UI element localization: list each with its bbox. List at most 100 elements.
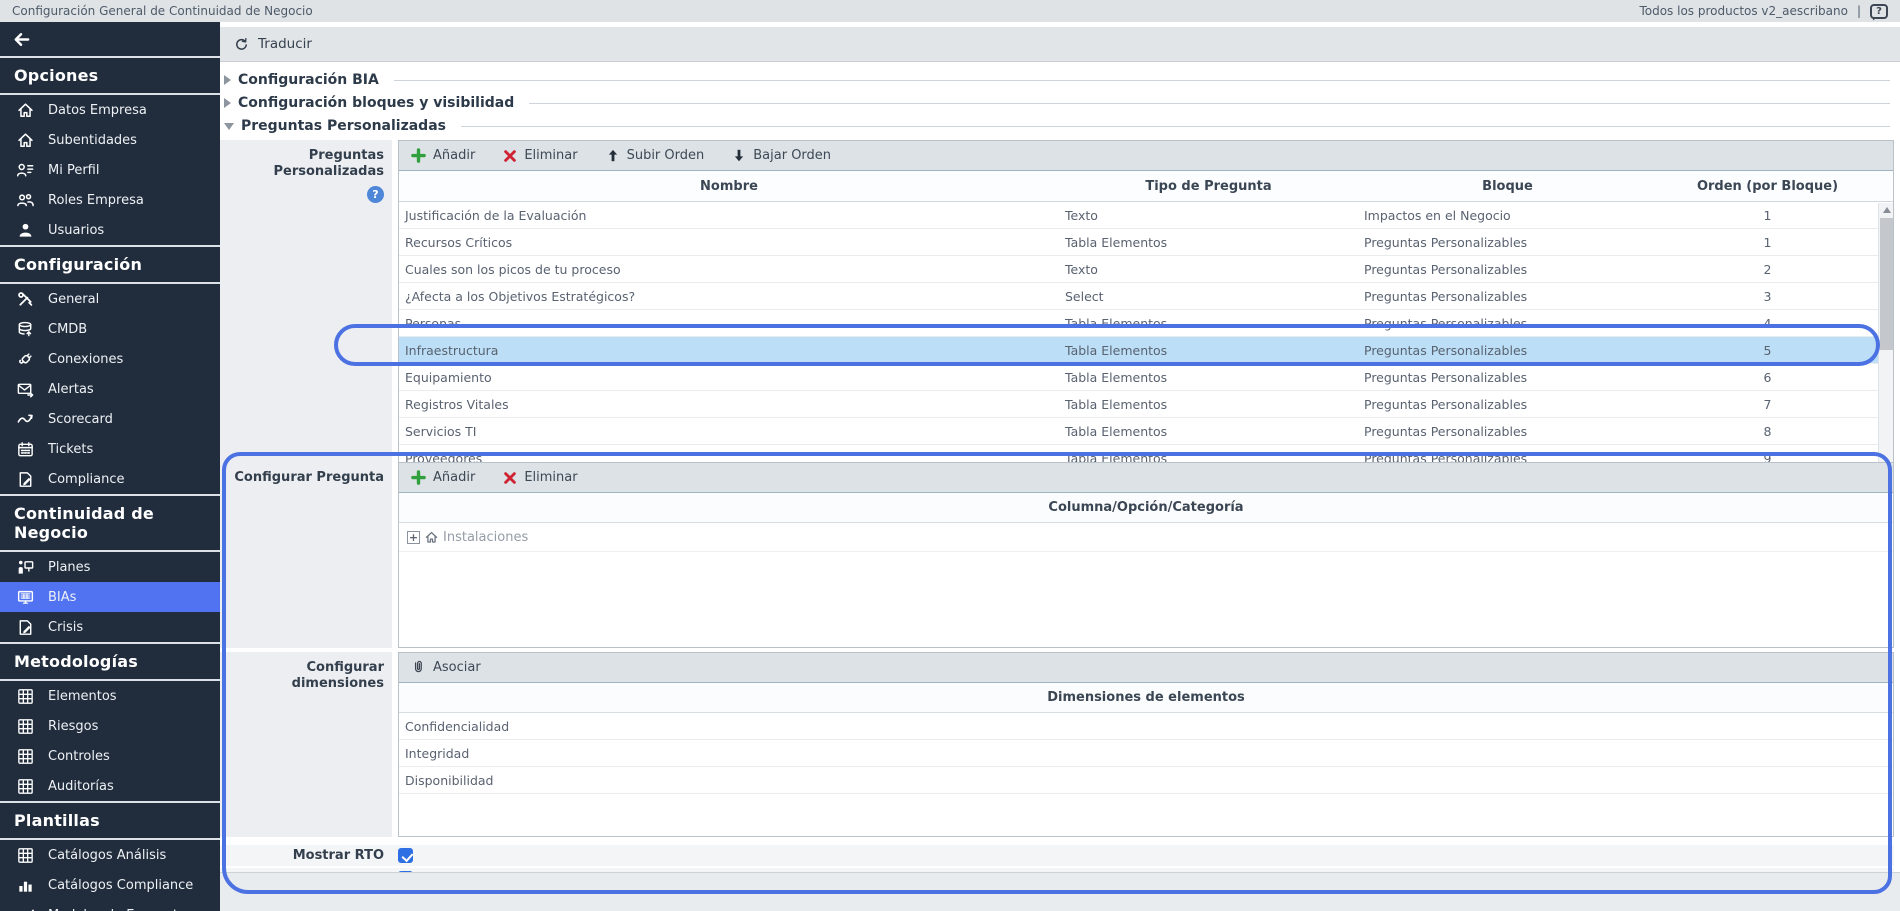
dimension-row[interactable]: Integridad: [399, 740, 1893, 767]
sidebar-item-riesgos[interactable]: Riesgos: [0, 711, 220, 741]
sidebar-section-opciones: Opciones: [0, 58, 220, 95]
sidebar-item-label: Controles: [48, 749, 110, 764]
accordion-configuracion-bloques[interactable]: Configuración bloques y visibilidad: [224, 93, 1896, 113]
sidebar-item-scorecard[interactable]: Scorecard: [0, 404, 220, 434]
sidebar-item-catalogos-analisis[interactable]: Catálogos Análisis: [0, 840, 220, 870]
sidebar-item-label: Conexiones: [48, 352, 123, 367]
table-row[interactable]: Servicios TI Tabla Elementos Preguntas P…: [399, 418, 1893, 445]
accordion-rule: [461, 126, 1890, 127]
cell-bloque: Preguntas Personalizables: [1358, 343, 1657, 358]
sidebar-item-label: Modelos de Encuestas: [48, 908, 193, 911]
sidebar-item-catalogos-compliance[interactable]: Catálogos Compliance: [0, 870, 220, 900]
questions-panel-label: Preguntas Personalizadas: [224, 148, 384, 181]
add-button[interactable]: Añadir: [411, 470, 475, 485]
column-header-bloque[interactable]: Bloque: [1358, 179, 1657, 194]
configure-dimensions-label: Configurar dimensiones: [224, 660, 384, 693]
sidebar-item-planes[interactable]: Planes: [0, 552, 220, 582]
cell-nombre: Equipamiento: [399, 370, 1059, 385]
sidebar-item-label: BIAs: [48, 590, 76, 605]
sidebar-item-general[interactable]: General: [0, 284, 220, 314]
configure-question-panel: Añadir Eliminar Columna/Opción/Categoría…: [398, 462, 1894, 648]
plus-icon: [411, 148, 426, 163]
accordion-configuracion-bia[interactable]: Configuración BIA: [224, 70, 1896, 90]
sidebar-item-cmdb[interactable]: CMDB: [0, 314, 220, 344]
x-icon: [503, 149, 517, 163]
main-content: Traducir Configuración BIA Configuración…: [220, 22, 1900, 911]
cell-orden: 1: [1657, 208, 1878, 223]
cell-tipo: Tabla Elementos: [1059, 343, 1358, 358]
database-icon: [16, 320, 35, 339]
column-header-orden[interactable]: Orden (por Bloque): [1657, 179, 1878, 194]
sidebar-item-datos-empresa[interactable]: Datos Empresa: [0, 95, 220, 125]
column-header-dimensiones: Dimensiones de elementos: [399, 683, 1893, 713]
user-icon: [16, 221, 35, 240]
sidebar-item-bias[interactable]: BIAs: [0, 582, 220, 612]
help-icon[interactable]: ?: [367, 186, 384, 203]
sidebar-item-conexiones[interactable]: Conexiones: [0, 344, 220, 374]
table-row[interactable]: Justificación de la Evaluación Texto Imp…: [399, 202, 1893, 229]
delete-button[interactable]: Eliminar: [503, 470, 577, 485]
cell-bloque: Preguntas Personalizables: [1358, 397, 1657, 412]
help-bubble-icon[interactable]: ?: [1870, 4, 1888, 19]
questions-label-panel: Preguntas Personalizadas ?: [220, 140, 392, 462]
table-row[interactable]: Recursos Críticos Tabla Elementos Pregun…: [399, 229, 1893, 256]
translate-button[interactable]: Traducir: [220, 27, 1900, 62]
sidebar-section-continuidad: Continuidad de Negocio: [0, 494, 220, 552]
cell-tipo: Tabla Elementos: [1059, 235, 1358, 250]
products-switcher-label[interactable]: Todos los productos v2_aescribano: [1639, 4, 1847, 18]
move-up-button[interactable]: Subir Orden: [606, 148, 705, 163]
cell-nombre: Servicios TI: [399, 424, 1059, 439]
accordion-rule: [529, 103, 1890, 104]
cell-bloque: Preguntas Personalizables: [1358, 424, 1657, 439]
expand-plus-icon[interactable]: +: [407, 531, 420, 544]
sidebar-item-roles-empresa[interactable]: Roles Empresa: [0, 185, 220, 215]
tree-item-instalaciones[interactable]: + Instalaciones: [399, 523, 1893, 552]
sidebar-item-compliance[interactable]: Compliance: [0, 464, 220, 494]
home-icon: [16, 131, 35, 150]
sidebar-item-label: Catálogos Análisis: [48, 848, 166, 863]
grid-icon: [16, 846, 35, 865]
delete-button[interactable]: Eliminar: [503, 148, 577, 163]
sidebar-back-button[interactable]: [0, 22, 220, 58]
sidebar-item-label: Alertas: [48, 382, 94, 397]
associate-button[interactable]: Asociar: [411, 659, 481, 676]
sidebar-item-auditorias[interactable]: Auditorías: [0, 771, 220, 801]
vertical-scrollbar[interactable]: [1878, 203, 1893, 473]
column-header-nombre[interactable]: Nombre: [399, 179, 1059, 194]
sidebar-item-mi-perfil[interactable]: Mi Perfil: [0, 155, 220, 185]
sidebar-item-modelos-encuestas[interactable]: Modelos de Encuestas: [0, 900, 220, 911]
sidebar-item-tickets[interactable]: Tickets: [0, 434, 220, 464]
dimension-label: Confidencialidad: [405, 719, 509, 734]
cell-nombre: Infraestructura: [399, 343, 1059, 358]
accordion-preguntas-personalizadas[interactable]: Preguntas Personalizadas: [224, 116, 1896, 136]
dimension-row[interactable]: Confidencialidad: [399, 713, 1893, 740]
sidebar-item-controles[interactable]: Controles: [0, 741, 220, 771]
arrow-up-icon: [606, 148, 620, 163]
top-bar: Configuración General de Continuidad de …: [0, 0, 1900, 22]
mail-icon: [16, 380, 35, 399]
monitor-icon: [16, 588, 35, 607]
sidebar-section-plantillas: Plantillas: [0, 801, 220, 840]
sidebar-item-elementos[interactable]: Elementos: [0, 681, 220, 711]
sidebar-item-crisis[interactable]: Crisis: [0, 612, 220, 642]
table-row[interactable]: Equipamiento Tabla Elementos Preguntas P…: [399, 364, 1893, 391]
sidebar-item-alertas[interactable]: Alertas: [0, 374, 220, 404]
add-button[interactable]: Añadir: [411, 148, 475, 163]
table-row[interactable]: Registros Vitales Tabla Elementos Pregun…: [399, 391, 1893, 418]
table-row[interactable]: Personas Tabla Elementos Preguntas Perso…: [399, 310, 1893, 337]
scrollbar-thumb[interactable]: [1880, 218, 1893, 350]
move-down-button[interactable]: Bajar Orden: [732, 148, 831, 163]
app-window: Configuración General de Continuidad de …: [0, 0, 1900, 911]
column-header-tipo[interactable]: Tipo de Pregunta: [1059, 179, 1358, 194]
scrollbar-up-button[interactable]: [1879, 203, 1894, 216]
cell-nombre: Personas: [399, 316, 1059, 331]
cell-orden: 3: [1657, 289, 1878, 304]
table-row[interactable]: ¿Afecta a los Objetivos Estratégicos? Se…: [399, 283, 1893, 310]
sidebar-item-subentidades[interactable]: Subentidades: [0, 125, 220, 155]
table-row-selected[interactable]: Infraestructura Tabla Elementos Pregunta…: [399, 337, 1893, 364]
mostrar-rto-label: Mostrar RTO: [220, 848, 392, 863]
sidebar-item-usuarios[interactable]: Usuarios: [0, 215, 220, 245]
table-row[interactable]: Cuales son los picos de tu proceso Texto…: [399, 256, 1893, 283]
dimension-row[interactable]: Disponibilidad: [399, 767, 1893, 794]
mostrar-rto-checkbox[interactable]: [398, 848, 413, 863]
